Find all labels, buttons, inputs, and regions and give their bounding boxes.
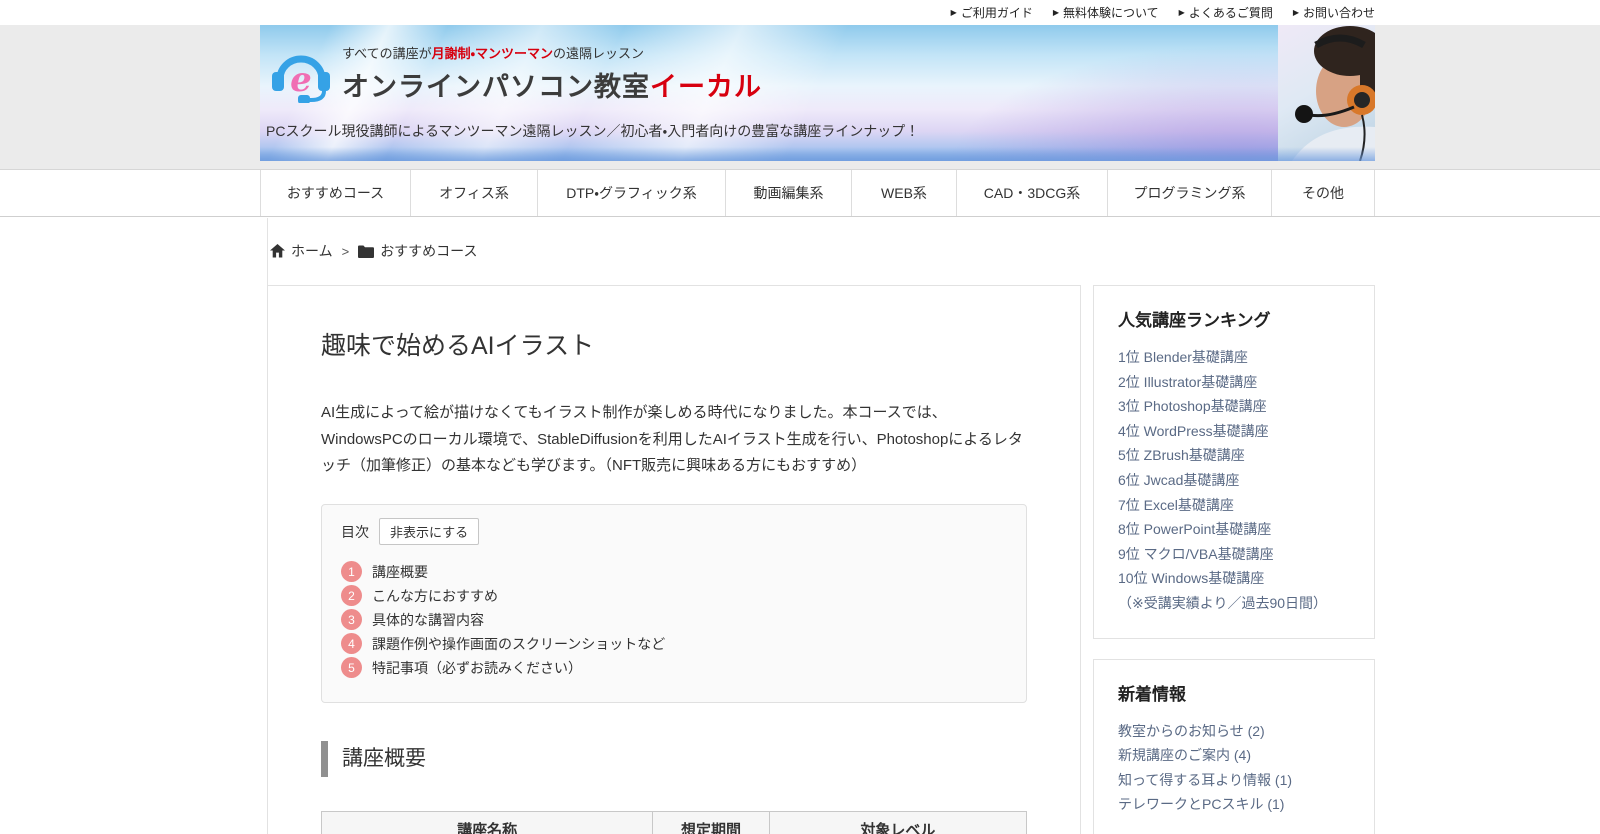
page-title: 趣味で始めるAIイラスト <box>321 332 595 360</box>
arrow-icon: ▶ <box>1292 7 1299 17</box>
toc-header: 目次 非表示にする <box>341 518 1007 546</box>
utility-bar: ▶ ご利用ガイド ▶ 無料体験について ▶ よくあるご質問 ▶ お問い合わせ <box>260 0 1375 25</box>
ranking-title: 人気講座ランキング <box>1118 311 1271 330</box>
section-heading-course-overview: 講座概要 <box>321 741 1027 778</box>
header-banner: e すべての講座が月謝制・マンツーマンの遠隔レッスン オンラインパソコン教室イー… <box>260 25 1375 161</box>
topbar-link-guide[interactable]: ▶ ご利用ガイド <box>951 4 1033 21</box>
ranking-item: 5位 ZBrush基礎講座 <box>1118 443 1350 468</box>
ranking-list: 1位 Blender基礎講座 2位 Illustrator基礎講座 3位 Pho… <box>1118 345 1350 591</box>
toc-item[interactable]: 5 特記事項（必ずお読みください） <box>341 657 1007 679</box>
home-icon <box>270 244 285 258</box>
toc-list: 1 講座概要 2 こんな方におすすめ 3 具体的な講習内容 4 課題作例や操作画… <box>341 561 1007 679</box>
nav-item-office[interactable]: オフィス系 <box>411 170 538 216</box>
header-band: e すべての講座が月謝制・マンツーマンの遠隔レッスン オンラインパソコン教室イー… <box>0 25 1600 169</box>
news-item: 教室からのお知らせ (2) <box>1118 719 1350 744</box>
news-list: 教室からのお知らせ (2) 新規講座のご案内 (4) 知って得する耳より情報 (… <box>1118 719 1350 817</box>
instructor-photo <box>1278 25 1375 161</box>
ranking-link[interactable]: 6位 Jwcad基礎講座 <box>1118 472 1239 488</box>
toc-number-badge: 3 <box>341 609 362 631</box>
toc-box: 目次 非表示にする 1 講座概要 2 こんな方におすすめ 3 具体的な講習内容 … <box>321 504 1027 704</box>
news-item: テレワークとPCスキル (1) <box>1118 792 1350 817</box>
content-edge-line <box>267 218 268 285</box>
arrow-icon: ▶ <box>1178 7 1185 17</box>
topbar-link-faq[interactable]: ▶ よくあるご質問 <box>1179 4 1273 21</box>
ranking-item: 3位 Photoshop基礎講座 <box>1118 394 1350 419</box>
toc-item[interactable]: 1 講座概要 <box>341 561 1007 583</box>
ranking-item: 2位 Illustrator基礎講座 <box>1118 370 1350 395</box>
ranking-link[interactable]: 7位 Excel基礎講座 <box>1118 497 1234 513</box>
topbar-link-contact[interactable]: ▶ お問い合わせ <box>1293 4 1375 21</box>
main-nav-inner: おすすめコース オフィス系 DTP・グラフィック系 動画編集系 WEB系 CAD… <box>260 170 1375 216</box>
nav-item-web[interactable]: WEB系 <box>852 170 957 216</box>
main-nav: おすすめコース オフィス系 DTP・グラフィック系 動画編集系 WEB系 CAD… <box>0 169 1600 217</box>
breadcrumb-home-link[interactable]: ホーム <box>270 241 333 261</box>
header-tagline: すべての講座が月謝制・マンツーマンの遠隔レッスン <box>342 46 645 61</box>
ranking-item: 9位 マクロ/VBA基礎講座 <box>1118 542 1350 567</box>
main-area: 趣味で始めるAIイラスト AI生成によって絵が描けなくてもイラスト制作が楽しめる… <box>267 285 1600 834</box>
ranking-link[interactable]: 2位 Illustrator基礎講座 <box>1118 374 1257 390</box>
table-header-duration: 想定期間 <box>652 811 770 834</box>
ranking-link[interactable]: 4位 WordPress基礎講座 <box>1118 423 1269 439</box>
nav-item-dtp-graphic[interactable]: DTP・グラフィック系 <box>538 170 726 216</box>
ranking-note: （※受講実績より／過去90日間） <box>1118 594 1328 611</box>
table-header-row: 講座名称 想定期間 対象レベル <box>320 811 1028 834</box>
news-link[interactable]: 新規講座のご案内 (4) <box>1118 747 1251 763</box>
table-header-course-name: 講座名称 <box>320 811 654 834</box>
site-name: オンラインパソコン教室イーカル <box>342 72 762 102</box>
toc-hide-button[interactable]: 非表示にする <box>379 518 480 546</box>
nav-item-programming[interactable]: プログラミング系 <box>1108 170 1272 216</box>
topbar-link-trial[interactable]: ▶ 無料体験について <box>1053 4 1159 21</box>
svg-text:e: e <box>290 60 312 100</box>
arrow-icon: ▶ <box>950 7 957 17</box>
news-link[interactable]: 教室からのお知らせ (2) <box>1118 723 1265 739</box>
article-card: 趣味で始めるAIイラスト AI生成によって絵が描けなくてもイラスト制作が楽しめる… <box>267 285 1081 834</box>
ranking-card: 人気講座ランキング 1位 Blender基礎講座 2位 Illustrator基… <box>1093 285 1375 639</box>
nav-item-other[interactable]: その他 <box>1272 170 1375 216</box>
breadcrumb-current: おすすめコース <box>358 241 478 261</box>
arrow-icon: ▶ <box>1052 7 1059 17</box>
news-link[interactable]: 知って得する耳より情報 (1) <box>1118 772 1292 788</box>
news-item: 知って得する耳より情報 (1) <box>1118 768 1350 793</box>
news-title: 新着情報 <box>1118 684 1186 704</box>
news-card: 新着情報 教室からのお知らせ (2) 新規講座のご案内 (4) 知って得する耳よ… <box>1093 658 1375 834</box>
toc-number-badge: 5 <box>341 657 362 679</box>
ranking-link[interactable]: 9位 マクロ/VBA基礎講座 <box>1118 546 1274 562</box>
toc-item[interactable]: 4 課題作例や操作画面のスクリーンショットなど <box>341 633 1007 655</box>
course-intro-text: AI生成によって絵が描けなくてもイラスト制作が楽しめる時代になりました。本コース… <box>321 404 1023 475</box>
ranking-item: 4位 WordPress基礎講座 <box>1118 419 1350 444</box>
toc-number-badge: 4 <box>341 633 362 655</box>
nav-item-cad-3dcg[interactable]: CAD・3DCG系 <box>957 170 1108 216</box>
nav-item-recommended-courses[interactable]: おすすめコース <box>260 170 411 216</box>
breadcrumb-separator: > <box>341 243 350 259</box>
ranking-item: 8位 PowerPoint基礎講座 <box>1118 517 1350 542</box>
sidebar: 人気講座ランキング 1位 Blender基礎講座 2位 Illustrator基… <box>1093 285 1375 834</box>
toc-number-badge: 2 <box>341 585 362 607</box>
toc-label: 目次 <box>341 523 369 540</box>
header-subtitle: PCスクール現役講師によるマンツーマン遠隔レッスン／初心者・入門者向けの豊富な講… <box>266 123 920 139</box>
toc-item[interactable]: 2 こんな方におすすめ <box>341 585 1007 607</box>
logo-text: すべての講座が月謝制・マンツーマンの遠隔レッスン オンラインパソコン教室イーカル <box>342 43 762 104</box>
news-item: 新規講座のご案内 (4) <box>1118 743 1350 768</box>
ranking-link[interactable]: 5位 ZBrush基礎講座 <box>1118 447 1245 463</box>
toc-number-badge: 1 <box>341 561 362 583</box>
ranking-item: 10位 Windows基礎講座 <box>1118 566 1350 591</box>
nav-item-video-editing[interactable]: 動画編集系 <box>726 170 852 216</box>
table-header-level: 対象レベル <box>768 811 1028 834</box>
headset-logo-icon: e <box>272 55 330 103</box>
ranking-link[interactable]: 3位 Photoshop基礎講座 <box>1118 398 1267 414</box>
news-link[interactable]: テレワークとPCスキル (1) <box>1118 796 1284 812</box>
site-logo[interactable]: e すべての講座が月謝制・マンツーマンの遠隔レッスン オンラインパソコン教室イー… <box>268 43 762 104</box>
toc-item[interactable]: 3 具体的な講習内容 <box>341 609 1007 631</box>
ranking-link[interactable]: 8位 PowerPoint基礎講座 <box>1118 521 1271 537</box>
ranking-item: 7位 Excel基礎講座 <box>1118 493 1350 518</box>
ranking-link[interactable]: 1位 Blender基礎講座 <box>1118 349 1248 365</box>
folder-icon <box>358 245 375 258</box>
ranking-link[interactable]: 10位 Windows基礎講座 <box>1118 570 1264 586</box>
ranking-item: 1位 Blender基礎講座 <box>1118 345 1350 370</box>
ranking-item: 6位 Jwcad基礎講座 <box>1118 468 1350 493</box>
course-overview-table: 講座名称 想定期間 対象レベル <box>320 811 1028 834</box>
breadcrumb: ホーム > おすすめコース <box>270 241 1600 261</box>
